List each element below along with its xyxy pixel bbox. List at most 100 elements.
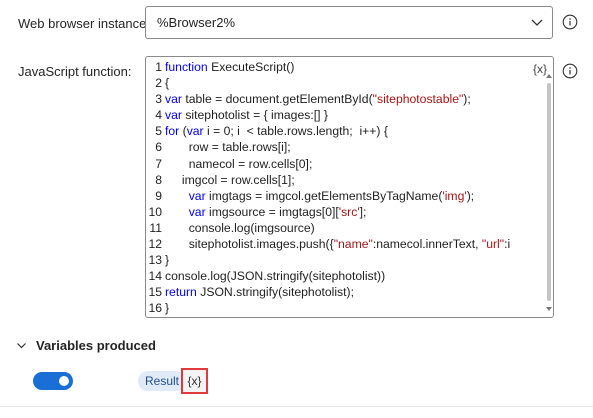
info-icon[interactable] bbox=[562, 63, 578, 79]
variables-produced-title: Variables produced bbox=[36, 338, 156, 353]
code-token: sitephotolist = { images:[] } bbox=[181, 108, 328, 123]
code-line: 10 var imgsource = imgtags[0]['src']; bbox=[146, 204, 539, 220]
code-token: var bbox=[188, 188, 206, 203]
result-variable-button-label: {x} bbox=[187, 374, 202, 388]
result-variable-button[interactable]: {x} bbox=[181, 368, 208, 394]
line-number: 13 bbox=[148, 253, 162, 268]
code-text: for (var i = 0; i < table.rows.length; i… bbox=[165, 123, 388, 139]
code-text: var sitephotolist = { images:[] } bbox=[165, 107, 328, 123]
code-token: { bbox=[165, 76, 170, 91]
result-toggle[interactable] bbox=[33, 372, 73, 390]
scroll-up-arrow[interactable] bbox=[546, 74, 552, 78]
code-text: row = table.rows[i]; bbox=[165, 139, 291, 155]
code-line: 14 console.log(JSON.stringify(sitephotoli… bbox=[146, 268, 539, 284]
code-token: :i bbox=[504, 237, 511, 252]
code-text: } bbox=[165, 300, 169, 316]
line-number: 2 bbox=[155, 76, 162, 91]
code-token: var bbox=[165, 108, 182, 123]
chevron-down-icon bbox=[531, 19, 543, 26]
code-line: 11 console.log(imgsource) bbox=[146, 220, 539, 236]
javascript-editor[interactable]: 1 function ExecuteScript() 2{3 var table = … bbox=[145, 56, 554, 318]
code-token: } bbox=[165, 253, 170, 268]
code-token: var bbox=[186, 124, 204, 139]
code-token: var bbox=[165, 92, 182, 107]
code-token: i = 0; i < table.rows.length; i++) { bbox=[203, 124, 388, 139]
code-token: JSON.stringify(sitephotolist); bbox=[196, 285, 354, 300]
line-number: 9 bbox=[155, 188, 162, 203]
code-text: namecol = row.cells[0]; bbox=[165, 156, 313, 172]
line-number: 8 bbox=[155, 172, 162, 187]
code-token: imgcol = row.cells[1]; bbox=[165, 172, 295, 187]
code-text: } bbox=[165, 252, 169, 268]
code-line: 12 sitephotolist.images.push({"name":nam… bbox=[146, 236, 539, 252]
divider bbox=[0, 406, 593, 407]
code-token: function bbox=[165, 60, 208, 74]
browser-instance-select[interactable]: %Browser2% bbox=[145, 6, 553, 39]
code-token: imgsource = imgtags[0][ bbox=[205, 204, 339, 219]
code-token: var bbox=[188, 204, 206, 219]
code-text: sitephotolist.images.push({"name":nameco… bbox=[165, 236, 511, 252]
code-token: ( bbox=[179, 124, 187, 139]
code-token: "url" bbox=[481, 237, 505, 252]
code-token: :namecol.innerText, bbox=[372, 237, 482, 252]
code-text: imgcol = row.cells[1]; bbox=[165, 172, 295, 188]
code-token: ExecuteScript() bbox=[207, 60, 295, 74]
code-token: sitephotolist.images.push({ bbox=[165, 237, 334, 252]
info-icon[interactable] bbox=[562, 14, 578, 30]
code-line: 2{ bbox=[146, 75, 539, 91]
code-token: 'src' bbox=[338, 204, 360, 219]
insert-variable-button[interactable]: {x} bbox=[533, 62, 547, 76]
vertical-scrollbar[interactable] bbox=[547, 83, 551, 301]
code-token: namecol = row.cells[0]; bbox=[165, 156, 313, 171]
code-area[interactable]: 1 function ExecuteScript() 2{3 var table = … bbox=[146, 59, 539, 317]
code-line: 4 var sitephotolist = { images:[] } bbox=[146, 107, 539, 123]
code-line: 1 function ExecuteScript() bbox=[146, 59, 539, 75]
code-text: var table = document.getElementById("sit… bbox=[165, 91, 471, 107]
line-number: 11 bbox=[149, 220, 162, 235]
code-token: "name" bbox=[333, 237, 373, 252]
code-token: table = document.getElementById( bbox=[181, 92, 373, 107]
line-number: 10 bbox=[148, 204, 162, 219]
line-number: 5 bbox=[155, 124, 162, 139]
code-token: for bbox=[165, 124, 180, 139]
line-number: 6 bbox=[155, 140, 162, 155]
code-token: return bbox=[165, 285, 197, 300]
line-number: 15 bbox=[148, 285, 162, 300]
javascript-function-label: JavaScript function: bbox=[18, 64, 132, 79]
chevron-down-icon bbox=[17, 343, 26, 349]
code-text: console.log(JSON.stringify(sitephotolist… bbox=[165, 268, 385, 284]
code-line: 7 namecol = row.cells[0]; bbox=[146, 156, 539, 172]
code-token: console.log(JSON.stringify(sitephotolist… bbox=[165, 269, 386, 284]
line-number: 14 bbox=[148, 269, 162, 284]
code-text: console.log(imgsource) bbox=[165, 220, 315, 236]
line-number: 3 bbox=[155, 92, 162, 107]
code-token: imgtags = imgcol.getElementsByTagName( bbox=[205, 188, 443, 203]
code-token: ]; bbox=[359, 204, 367, 219]
toggle-knob bbox=[59, 376, 69, 386]
result-variable-pill[interactable]: Result bbox=[138, 371, 187, 391]
code-token: ); bbox=[463, 92, 471, 107]
code-token: ); bbox=[466, 188, 475, 203]
code-line: 16} bbox=[146, 300, 539, 316]
line-number: 7 bbox=[155, 156, 162, 171]
code-text: return JSON.stringify(sitephotolist); bbox=[165, 284, 354, 300]
code-token: "sitephotostable" bbox=[372, 92, 464, 107]
code-token: 'img' bbox=[442, 188, 467, 203]
code-text: { bbox=[165, 75, 169, 91]
code-line: 13} bbox=[146, 252, 539, 268]
code-text: var imgtags = imgcol.getElementsByTagNam… bbox=[165, 188, 474, 204]
line-number: 1 bbox=[155, 60, 162, 74]
code-line: 3 var table = document.getElementById("si… bbox=[146, 91, 539, 107]
code-token: row = table.rows[i]; bbox=[165, 140, 291, 155]
code-line: 15 return JSON.stringify(sitephotolist); bbox=[146, 284, 539, 300]
variables-produced-header[interactable]: Variables produced bbox=[16, 338, 156, 353]
line-number: 4 bbox=[155, 108, 162, 123]
code-line: 8 imgcol = row.cells[1]; bbox=[146, 172, 539, 188]
code-line: 6 row = table.rows[i]; bbox=[146, 139, 539, 155]
code-text: function ExecuteScript() bbox=[165, 59, 294, 75]
code-token: } bbox=[165, 301, 170, 316]
line-number: 12 bbox=[148, 237, 162, 252]
scroll-down-arrow[interactable] bbox=[546, 307, 552, 311]
